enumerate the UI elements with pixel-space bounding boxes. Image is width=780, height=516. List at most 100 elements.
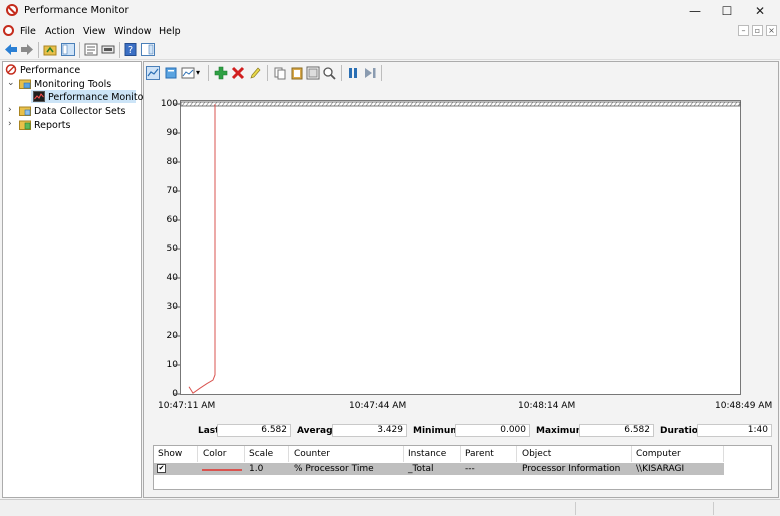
- max-scale-hatch-mark: [381, 101, 386, 107]
- column-divider[interactable]: [631, 446, 632, 462]
- max-scale-hatch-mark: [305, 101, 310, 107]
- max-scale-hatch-mark: [465, 101, 470, 107]
- max-scale-hatch-mark: [657, 101, 662, 107]
- tree-item-performance-monitor[interactable]: Performance Monitor: [48, 92, 147, 103]
- column-divider[interactable]: [403, 446, 404, 462]
- column-header-parent[interactable]: Parent: [465, 449, 494, 459]
- view-log-data-icon[interactable]: [164, 66, 178, 80]
- max-scale-hatch-mark: [493, 101, 498, 107]
- stat-duration-value: 1:40: [697, 424, 772, 437]
- back-arrow-icon[interactable]: [4, 43, 18, 56]
- child-restore-icon[interactable]: ▫: [752, 25, 763, 36]
- stat-maximum-label: Maximum: [536, 426, 586, 436]
- menu-view[interactable]: View: [83, 26, 106, 37]
- max-scale-hatch-mark: [277, 101, 282, 107]
- max-scale-hatch-mark: [645, 101, 650, 107]
- max-scale-hatch-mark: [353, 101, 358, 107]
- column-header-object[interactable]: Object: [522, 449, 551, 459]
- max-scale-hatch-mark: [673, 101, 678, 107]
- max-scale-hatch-mark: [617, 101, 622, 107]
- freeze-display-pause-icon[interactable]: [346, 66, 360, 80]
- tree-item-reports[interactable]: Reports: [34, 120, 70, 131]
- menu-window[interactable]: Window: [114, 26, 151, 37]
- max-scale-hatch-mark: [397, 101, 402, 107]
- max-scale-hatch-mark: [697, 101, 702, 107]
- paste-counter-list-icon[interactable]: [290, 66, 304, 80]
- stat-average-value: 3.429: [332, 424, 407, 437]
- max-scale-hatch-mark: [589, 101, 594, 107]
- view-current-activity-icon[interactable]: [146, 66, 160, 80]
- show-hide-console-tree-icon[interactable]: [61, 43, 75, 56]
- column-divider[interactable]: [516, 446, 517, 462]
- column-divider[interactable]: [460, 446, 461, 462]
- system-menu-icon[interactable]: [3, 25, 14, 36]
- menu-action[interactable]: Action: [45, 26, 75, 37]
- max-scale-hatch-mark: [485, 101, 490, 107]
- max-scale-hatch-mark: [325, 101, 330, 107]
- export-list-icon[interactable]: [101, 43, 115, 56]
- cell-scale: 1.0: [249, 464, 264, 474]
- properties-icon[interactable]: [306, 66, 320, 80]
- show-checkbox[interactable]: ✔: [157, 464, 166, 473]
- child-close-icon[interactable]: ×: [766, 25, 777, 36]
- highlight-pen-icon[interactable]: [248, 66, 262, 80]
- chevron-right-icon[interactable]: ›: [8, 119, 12, 129]
- tree-item-monitoring-tools[interactable]: Monitoring Tools: [34, 79, 111, 90]
- max-scale-hatch-mark: [693, 101, 698, 107]
- help-icon[interactable]: ?: [124, 43, 138, 56]
- chevron-down-icon[interactable]: ⌄: [7, 78, 15, 88]
- max-scale-hatch-mark: [441, 101, 446, 107]
- copy-properties-icon[interactable]: [273, 66, 287, 80]
- performance-monitor-app-icon: [6, 4, 18, 16]
- max-scale-hatch-mark: [377, 101, 382, 107]
- max-scale-hatch-mark: [593, 101, 598, 107]
- max-scale-hatch-mark: [309, 101, 314, 107]
- status-bar-divider: [713, 502, 714, 515]
- column-divider[interactable]: [197, 446, 198, 462]
- status-bar: [0, 499, 780, 516]
- column-header-color[interactable]: Color: [203, 449, 227, 459]
- max-scale-hatch-mark: [197, 101, 202, 107]
- max-scale-hatch-mark: [633, 101, 638, 107]
- child-minimize-icon[interactable]: –: [738, 25, 749, 36]
- x-tick-label: 10:47:11 AM: [158, 401, 216, 411]
- column-divider[interactable]: [723, 446, 724, 462]
- main-toolbar: [0, 40, 780, 60]
- menu-help[interactable]: Help: [159, 26, 181, 37]
- close-button[interactable]: ✕: [745, 0, 775, 22]
- properties-icon[interactable]: [84, 43, 98, 56]
- chevron-right-icon[interactable]: ›: [8, 105, 12, 115]
- max-scale-hatch-mark: [225, 101, 230, 107]
- max-scale-hatch-mark: [405, 101, 410, 107]
- tree-item-data-collector-sets[interactable]: Data Collector Sets: [34, 106, 126, 117]
- column-header-instance[interactable]: Instance: [408, 449, 446, 459]
- menu-file[interactable]: File: [20, 26, 36, 37]
- column-header-show[interactable]: Show: [158, 449, 182, 459]
- graph-type-dropdown-arrow-icon[interactable]: ▾: [196, 68, 200, 77]
- max-scale-hatch-mark: [261, 101, 266, 107]
- update-data-step-icon[interactable]: [363, 66, 377, 80]
- add-counter-icon[interactable]: [214, 66, 228, 80]
- column-header-counter[interactable]: Counter: [294, 449, 330, 459]
- graph-plot-area: [180, 101, 741, 394]
- minimize-button[interactable]: —: [680, 0, 710, 22]
- max-scale-hatch-mark: [417, 101, 422, 107]
- column-divider[interactable]: [244, 446, 245, 462]
- up-folder-icon[interactable]: [43, 43, 57, 56]
- tree-item-performance[interactable]: Performance: [20, 65, 80, 76]
- forward-arrow-icon[interactable]: [20, 43, 34, 56]
- column-divider[interactable]: [288, 446, 289, 462]
- delete-counter-icon[interactable]: [231, 66, 245, 80]
- maximize-button[interactable]: ☐: [712, 0, 742, 22]
- counter-color-swatch: [202, 469, 242, 471]
- max-scale-hatch-mark: [629, 101, 634, 107]
- zoom-magnifier-icon[interactable]: [322, 66, 336, 80]
- column-header-scale[interactable]: Scale: [249, 449, 273, 459]
- max-scale-hatch-mark: [189, 101, 194, 107]
- max-scale-hatch-mark: [709, 101, 714, 107]
- column-header-computer[interactable]: Computer: [636, 449, 681, 459]
- max-scale-hatch-mark: [685, 101, 690, 107]
- change-graph-type-icon[interactable]: [181, 66, 195, 80]
- show-hide-action-pane-icon[interactable]: [141, 43, 155, 56]
- max-scale-hatch-mark: [713, 101, 718, 107]
